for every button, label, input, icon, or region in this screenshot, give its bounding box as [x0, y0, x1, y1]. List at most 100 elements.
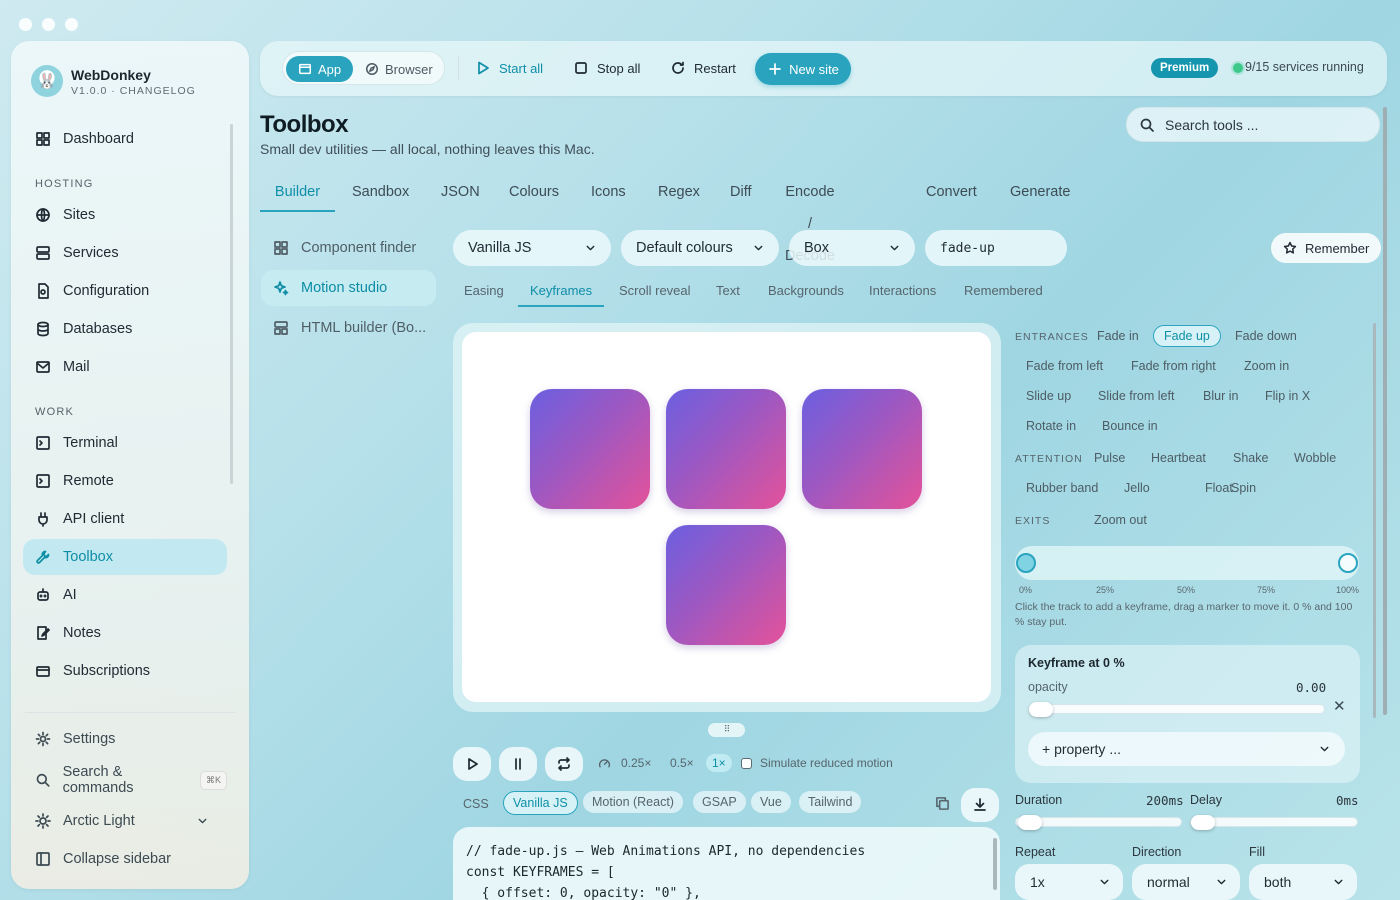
subnav-component-finder[interactable]: Component finder [261, 230, 436, 266]
new-site-button[interactable]: New site [755, 53, 851, 85]
preset-chip[interactable]: Rotate in [1015, 415, 1087, 437]
preset-chip[interactable]: Zoom out [1083, 509, 1158, 531]
preset-chip[interactable]: Rubber band [1015, 477, 1109, 499]
tab-backgrounds[interactable]: Backgrounds [768, 283, 844, 307]
sidebar-item-services[interactable]: Services [23, 235, 227, 271]
theme-selector[interactable]: Arctic Light [23, 803, 227, 839]
slider-knob[interactable] [1191, 815, 1215, 830]
slider-knob[interactable] [1018, 815, 1042, 830]
tab-convert[interactable]: Convert [926, 176, 977, 212]
code-scrollbar[interactable] [993, 838, 997, 890]
preset-chip[interactable]: Fade down [1224, 325, 1308, 347]
preset-chip[interactable]: Jello [1113, 477, 1161, 499]
sidebar-item-configuration[interactable]: Configuration [23, 273, 227, 309]
download-button[interactable] [961, 788, 999, 822]
sidebar-item-ai[interactable]: AI [23, 577, 227, 613]
preset-chip[interactable]: Heartbeat [1140, 447, 1217, 469]
close-icon[interactable]: ✕ [1333, 697, 1346, 715]
subnav-motion-studio[interactable]: Motion studio [261, 270, 436, 306]
stop-all-button[interactable]: Stop all [573, 54, 640, 82]
tab-icons[interactable]: Icons [591, 176, 626, 212]
animation-name-input[interactable]: fade-up [925, 230, 1067, 266]
opacity-slider[interactable] [1028, 702, 1325, 717]
app-version[interactable]: V1.0.0 · CHANGELOG [71, 85, 196, 97]
colours-select[interactable]: Default colours [621, 230, 779, 266]
window-minimize-light[interactable] [42, 18, 55, 31]
tab-json[interactable]: JSON [441, 176, 480, 212]
start-all-button[interactable]: Start all [475, 54, 543, 82]
sidebar-item-dashboard[interactable]: Dashboard [23, 121, 227, 157]
main-scrollbar[interactable] [1383, 107, 1387, 715]
preset-chip[interactable]: Fade from right [1120, 355, 1227, 377]
lang-tab-tailwind[interactable]: Tailwind [799, 791, 862, 813]
code-editor[interactable]: // fade-up.js — Web Animations API, no d… [453, 827, 1000, 900]
sidebar-item-settings[interactable]: Settings [23, 721, 227, 757]
search-input[interactable]: Search tools ... [1126, 107, 1380, 142]
duration-slider[interactable] [1015, 815, 1182, 830]
tab-builder[interactable]: Builder [260, 176, 335, 212]
preset-chip[interactable]: Spin [1220, 477, 1267, 499]
sidebar-item-notes[interactable]: Notes [23, 615, 227, 651]
preset-chip[interactable]: Blur in [1192, 385, 1249, 407]
preset-chip[interactable]: Fade from left [1015, 355, 1114, 377]
sidebar-item-remote[interactable]: Remote [23, 463, 227, 499]
tab-regex[interactable]: Regex [658, 176, 700, 212]
speed-1[interactable]: 1× [706, 754, 732, 772]
play-button[interactable] [453, 747, 491, 781]
sidebar-item-mail[interactable]: Mail [23, 349, 227, 385]
keyframe-marker-0[interactable] [1016, 553, 1036, 573]
preset-chip[interactable]: Pulse [1083, 447, 1136, 469]
pause-button[interactable] [499, 747, 537, 781]
lang-tab-vanilla-js[interactable]: Vanilla JS [503, 791, 578, 815]
resize-handle-icon[interactable]: ⠿ [708, 723, 745, 737]
copy-icon[interactable] [935, 796, 950, 811]
browser-view-button[interactable]: Browser [353, 56, 445, 82]
tab-encode-decode[interactable]: Encode / Decode [785, 176, 835, 264]
lang-tab-gsap[interactable]: GSAP [693, 791, 746, 813]
tab-keyframes[interactable]: Keyframes [518, 283, 605, 307]
speed-025[interactable]: 0.25× [621, 756, 651, 770]
panel-scrollbar[interactable] [1373, 323, 1376, 718]
collapse-sidebar-button[interactable]: Collapse sidebar [23, 841, 227, 877]
subnav-html-builder[interactable]: HTML builder (Bo... [261, 310, 436, 346]
preset-chip[interactable]: Wobble [1283, 447, 1347, 469]
tab-sandbox[interactable]: Sandbox [352, 176, 409, 212]
remember-button[interactable]: Remember [1271, 233, 1382, 263]
tab-interactions[interactable]: Interactions [869, 283, 936, 307]
tab-text[interactable]: Text [716, 283, 740, 307]
sidebar-scrollbar[interactable] [230, 124, 233, 484]
reduced-motion-checkbox[interactable] [741, 758, 752, 769]
slider-knob[interactable] [1029, 702, 1053, 717]
restart-button[interactable]: Restart [670, 54, 736, 82]
sidebar-item-sites[interactable]: Sites [23, 197, 227, 233]
preset-chip[interactable]: Zoom in [1233, 355, 1300, 377]
sidebar-item-search-commands[interactable]: Search & commands ⌘K [23, 762, 227, 798]
tab-colours[interactable]: Colours [509, 176, 559, 212]
framework-select[interactable]: Vanilla JS [453, 230, 611, 266]
delay-slider[interactable] [1190, 815, 1358, 830]
sidebar-item-api-client[interactable]: API client [23, 501, 227, 537]
preset-chip[interactable]: Fade in [1086, 325, 1150, 347]
lang-tab-motion-react[interactable]: Motion (React) [583, 791, 683, 813]
app-view-button[interactable]: App [286, 56, 354, 82]
preset-chip-selected[interactable]: Fade up [1153, 325, 1221, 347]
premium-badge[interactable]: Premium [1151, 58, 1219, 78]
preset-chip[interactable]: Slide from left [1087, 385, 1185, 407]
fill-select[interactable]: both [1249, 864, 1357, 900]
window-zoom-light[interactable] [65, 18, 78, 31]
tab-remembered[interactable]: Remembered [964, 283, 1043, 307]
repeat-select[interactable]: 1x [1015, 864, 1123, 900]
tab-scroll-reveal[interactable]: Scroll reveal [619, 283, 691, 307]
shape-select[interactable]: Box [789, 230, 915, 266]
add-property-select[interactable]: + property ... [1028, 732, 1345, 766]
direction-select[interactable]: normal [1132, 864, 1240, 900]
keyframe-track[interactable] [1015, 546, 1359, 580]
loop-button[interactable] [545, 747, 583, 781]
preset-chip[interactable]: Slide up [1015, 385, 1082, 407]
services-status[interactable]: 9/15 services running [1245, 60, 1364, 74]
sidebar-item-subscriptions[interactable]: Subscriptions [23, 653, 227, 689]
preset-chip[interactable]: Flip in X [1254, 385, 1321, 407]
sidebar-item-databases[interactable]: Databases [23, 311, 227, 347]
sidebar-item-toolbox[interactable]: Toolbox [23, 539, 227, 575]
keyframe-marker-100[interactable] [1338, 553, 1358, 573]
